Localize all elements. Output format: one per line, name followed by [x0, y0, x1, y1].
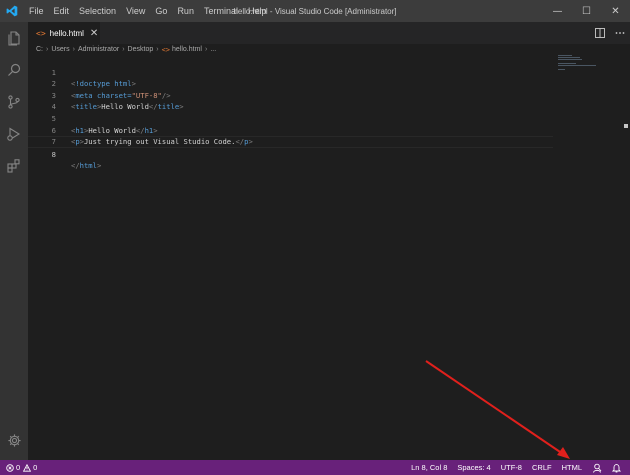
search-icon[interactable] — [0, 54, 28, 86]
breadcrumb-separator: › — [72, 46, 75, 53]
code-line: 3 <title>Hello World</title> — [28, 78, 588, 112]
explorer-icon[interactable] — [0, 22, 28, 54]
file-encoding[interactable]: UTF-8 — [496, 460, 527, 475]
title-bar: File Edit Selection View Go Run Terminal… — [0, 0, 630, 22]
minimize-button[interactable]: — — [543, 0, 572, 22]
error-icon — [6, 463, 14, 472]
code-line: 7 — [28, 125, 588, 146]
breadcrumb-separator: › — [122, 46, 125, 53]
breadcrumb: C: › Users › Administrator › Desktop › <… — [28, 44, 216, 55]
breadcrumb-administrator[interactable]: Administrator — [78, 46, 119, 53]
editor-actions — [590, 22, 630, 44]
code-line: 2 <meta charset="UTF-8"/> — [28, 67, 588, 100]
vertical-scrollbar[interactable] — [618, 55, 630, 460]
menu-help[interactable]: Help — [243, 0, 272, 22]
breadcrumb-separator: › — [46, 46, 49, 53]
more-actions-icon[interactable] — [610, 22, 630, 44]
menu-terminal[interactable]: Terminal — [199, 0, 243, 22]
menu-edit[interactable]: Edit — [49, 0, 75, 22]
breadcrumb-users[interactable]: Users — [51, 46, 69, 53]
breadcrumb-drive[interactable]: C: — [36, 46, 43, 53]
settings-gear-icon[interactable] — [0, 428, 28, 452]
menu-go[interactable]: Go — [150, 0, 172, 22]
menu-file[interactable]: File — [24, 0, 49, 22]
run-debug-icon[interactable] — [0, 118, 28, 150]
error-count: 0 — [16, 463, 21, 472]
status-bar: 0 0 Ln 8, Col 8 Spaces: 4 UTF-8 CRLF HTM… — [0, 460, 630, 475]
cursor-position-marker — [624, 124, 628, 128]
breadcrumb-desktop[interactable]: Desktop — [128, 46, 154, 53]
code-line: 6 <p>Just trying out Visual Studio Code.… — [28, 113, 588, 147]
problems-indicator[interactable]: 0 0 — [6, 460, 42, 475]
warning-icon — [23, 463, 32, 472]
tab-close-icon[interactable]: ✕ — [90, 28, 98, 39]
html-file-icon: <> — [36, 28, 46, 38]
tab-bar: <> hello.html ✕ — [28, 22, 630, 44]
end-of-line[interactable]: CRLF — [527, 460, 557, 475]
indentation[interactable]: Spaces: 4 — [452, 460, 495, 475]
current-code-line: 8 </html> — [28, 136, 553, 170]
menu-selection[interactable]: Selection — [74, 0, 121, 22]
source-control-icon[interactable] — [0, 86, 28, 118]
notifications-bell-icon[interactable] — [607, 460, 626, 475]
window-controls: — ☐ ✕ — [543, 0, 630, 22]
maximize-button[interactable]: ☐ — [572, 0, 601, 22]
tab-hello-html[interactable]: <> hello.html ✕ — [28, 22, 100, 44]
breadcrumb-separator: › — [156, 46, 159, 53]
warning-count: 0 — [33, 463, 38, 472]
code-editor[interactable]: 1 <!doctype html> 2 <meta charset="UTF-8… — [28, 55, 630, 460]
code-line: 5 <h1>Hello World</h1> — [28, 101, 588, 135]
feedback-icon[interactable] — [587, 460, 607, 475]
minimap[interactable] — [558, 55, 618, 85]
line-number: 8 — [51, 149, 56, 159]
close-button[interactable]: ✕ — [601, 0, 630, 22]
vscode-logo-icon — [0, 0, 24, 22]
menu-view[interactable]: View — [121, 0, 150, 22]
tab-label: hello.html — [49, 28, 84, 38]
code-line: 4 — [28, 90, 588, 111]
code-line: 1 <!doctype html> — [28, 55, 588, 89]
breadcrumb-file[interactable]: hello.html — [172, 46, 202, 53]
menu-bar: File Edit Selection View Go Run Terminal… — [24, 0, 271, 22]
extensions-icon[interactable] — [0, 150, 28, 182]
split-editor-icon[interactable] — [590, 22, 610, 44]
line-code: </html> — [71, 161, 102, 171]
activity-bar — [0, 22, 28, 460]
language-mode[interactable]: HTML — [557, 460, 587, 475]
breadcrumb-symbols[interactable]: ... — [210, 46, 216, 53]
cursor-position[interactable]: Ln 8, Col 8 — [406, 460, 452, 475]
breadcrumb-separator: › — [204, 46, 208, 53]
html-file-icon: <> — [161, 45, 171, 54]
menu-run[interactable]: Run — [172, 0, 199, 22]
